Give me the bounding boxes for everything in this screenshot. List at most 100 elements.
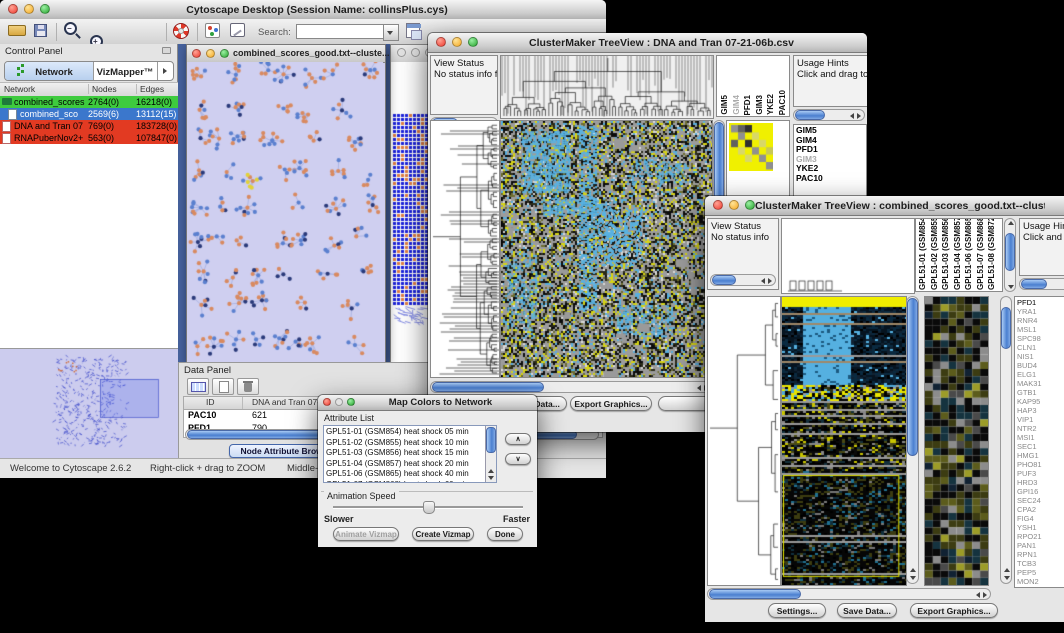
done-button[interactable]: Done [487,527,523,541]
minimize-button[interactable] [24,4,34,14]
node-attributes-icon[interactable] [205,23,220,38]
search-input[interactable] [296,24,384,39]
column-label[interactable]: GPL51-02 (GSM855) [930,218,940,290]
gene-label[interactable]: RPN1 [1017,550,1064,559]
attribute-item[interactable]: GPL51-07 (GSM868) heat shock 60 min [326,480,484,484]
minimize-button[interactable] [411,48,420,57]
column-label[interactable]: YKE2 [766,94,776,115]
float-panel-icon[interactable] [162,47,171,54]
zoom-out-icon[interactable]: − [64,22,77,35]
close-button[interactable] [713,200,723,210]
animate-vizmap-button[interactable]: Animate Vizmap [333,527,399,541]
search-dropdown-button[interactable] [383,24,399,41]
network-row[interactable]: RNAPuberNov2+ 563(0) 107847(0) [0,132,178,144]
tv1-hscrollbar[interactable] [430,381,712,393]
gene-label[interactable]: NTR2 [1017,424,1064,433]
close-button[interactable] [8,4,18,14]
new-attribute-icon[interactable] [212,378,234,395]
column-label[interactable]: PAC10 [778,90,788,115]
move-up-button[interactable]: ∧ [505,433,531,445]
gene-label[interactable]: PUF3 [1017,469,1064,478]
attribute-item[interactable]: GPL51-04 (GSM857) heat shock 20 min [326,459,484,470]
gene-label[interactable]: NIS1 [1017,352,1064,361]
gene-label[interactable]: TCB3 [1017,559,1064,568]
tv2-hscrollbar[interactable] [707,588,991,600]
gene-label[interactable]: PEP5 [1017,568,1064,577]
tv2-collabel-scrollbar[interactable] [1004,218,1016,292]
gene-label[interactable]: MAK31 [1017,379,1064,388]
slider-thumb[interactable] [423,501,435,514]
gene-label[interactable]: MON2 [1017,577,1064,586]
tv2-heatmap-vscrollbar[interactable] [906,296,919,584]
gene-label[interactable]: RNR4 [1017,316,1064,325]
export-graphics-button[interactable]: Export Graphics... [910,603,998,618]
minimize-button[interactable] [206,49,215,58]
create-vizmap-button[interactable]: Create Vizmap [412,527,474,541]
attribute-item[interactable]: GPL51-01 (GSM854) heat shock 05 min [326,427,484,438]
tv2-row-dendrogram[interactable] [707,296,781,586]
gene-label[interactable]: HAP3 [1017,406,1064,415]
tv2-status-scrollbar[interactable] [710,274,776,286]
tv1-column-dendrogram[interactable] [500,55,714,119]
gene-label[interactable]: PFD1 [1017,298,1064,307]
column-label[interactable]: GPL51-01 (GSM854) [918,218,928,290]
column-label[interactable]: GPL51-07 (GSM868) [976,218,986,290]
gene-label[interactable]: PHO81 [1017,460,1064,469]
column-label[interactable]: GPL51-03 (GSM856) [941,218,951,290]
minimize-button[interactable] [729,200,739,210]
zoom-window-button[interactable] [220,49,229,58]
gene-label[interactable]: ELG1 [1017,370,1064,379]
speed-slider[interactable] [333,506,523,509]
gene-label[interactable]: PAC10 [796,174,864,184]
delete-attribute-icon[interactable] [237,378,259,395]
column-label[interactable]: GIM3 [755,95,765,115]
tv1-usage-scrollbar[interactable] [793,109,865,121]
save-data-button[interactable]: Save Data... [837,603,897,618]
gene-label[interactable]: PAN1 [1017,541,1064,550]
column-label[interactable]: PFD1 [743,95,753,115]
column-label[interactable]: GPL51-04 (GSM857) [953,218,963,290]
close-button[interactable] [397,48,406,57]
tv2-zoom-heatmap[interactable] [924,296,989,586]
gene-label[interactable]: GTB1 [1017,388,1064,397]
tab-overflow-arrow[interactable] [157,62,174,80]
network-frame-titlebar[interactable]: combined_scores_good.txt--cluste... [187,45,385,63]
column-label[interactable]: GIM4 [732,95,742,115]
gene-label[interactable]: SEC24 [1017,496,1064,505]
tv1-row-dendrogram[interactable] [430,120,500,378]
attribute-item[interactable]: GPL51-03 (GSM856) heat shock 15 min [326,448,484,459]
minimize-button[interactable] [452,37,462,47]
gene-label[interactable]: VIP1 [1017,415,1064,424]
gene-label[interactable]: GPI16 [1017,487,1064,496]
tab-vizmapper[interactable]: VizMapper™ [93,62,157,80]
export-graphics-button[interactable]: Export Graphics... [570,396,652,411]
close-button[interactable] [323,398,331,406]
gene-label[interactable]: HMG1 [1017,451,1064,460]
tv2-genelist-scrollbar[interactable] [1000,296,1012,584]
gene-label[interactable]: MSI1 [1017,433,1064,442]
network-row[interactable]: combined_scores 2764(0) 16218(0) [0,96,178,108]
gene-label[interactable]: MSL1 [1017,325,1064,334]
network-view-canvas[interactable] [187,62,383,362]
zoom-window-button[interactable] [745,200,755,210]
gene-label[interactable]: SPC98 [1017,334,1064,343]
gene-label[interactable]: YSH1 [1017,523,1064,532]
gene-label[interactable]: YRA1 [1017,307,1064,316]
settings-button[interactable]: Settings... [768,603,826,618]
network-row[interactable]: DNA and Tran 07 769(0) 183728(0) [0,120,178,132]
column-label[interactable]: GIM5 [720,95,730,115]
treeview1-titlebar[interactable]: ClusterMaker TreeView : DNA and Tran 07-… [428,33,867,53]
gene-label[interactable]: RPO21 [1017,532,1064,541]
attribute-browser-icon[interactable] [406,23,420,38]
gene-label[interactable]: CLN1 [1017,343,1064,352]
table-select-icon[interactable] [187,378,209,395]
column-label[interactable]: GPL51-08 (GSM872) [987,218,997,290]
tv1-mini-heatmap[interactable] [729,123,773,171]
attribute-list-scrollbar[interactable] [485,426,496,482]
gene-label[interactable]: CPA2 [1017,505,1064,514]
gene-label[interactable]: KAP95 [1017,397,1064,406]
tv2-column-dendrogram[interactable] [781,218,915,294]
move-down-button[interactable]: ∨ [505,453,531,465]
tv2-heatmap[interactable] [781,296,907,586]
help-lifesaver-icon[interactable] [173,23,189,39]
